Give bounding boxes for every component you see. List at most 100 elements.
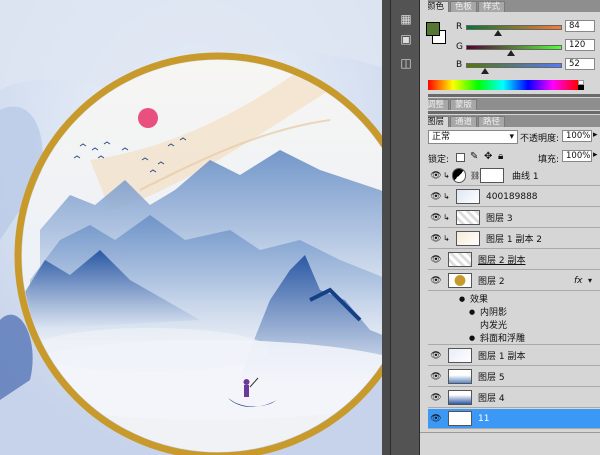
layers-bottom-bar	[420, 432, 600, 455]
layer-name[interactable]: 图层 3	[486, 211, 513, 224]
tab-paths[interactable]: 路径	[478, 116, 506, 127]
color-panel-icon[interactable]: ▦	[396, 10, 416, 28]
eye-column	[420, 0, 428, 455]
blend-mode-value: 正常	[432, 132, 451, 142]
history-icon[interactable]: ◫	[396, 54, 416, 72]
layer-row[interactable]: 👁︎ ↳ 图层 3	[428, 208, 600, 228]
effect-name[interactable]: 斜面和浮雕	[480, 331, 525, 344]
layer-name[interactable]: 曲线 1	[512, 169, 539, 182]
g-slider-thumb[interactable]	[507, 50, 516, 56]
b-slider-thumb[interactable]	[481, 68, 490, 74]
tab-swatches[interactable]: 色板	[450, 1, 478, 12]
layer-name[interactable]: 11	[478, 414, 489, 424]
color-spectrum-bar[interactable]	[428, 80, 578, 90]
g-value[interactable]: 120	[565, 39, 595, 51]
artwork	[0, 0, 390, 455]
swatches-icon[interactable]: ▣	[396, 30, 416, 48]
blend-mode-select[interactable]: 正常 ▾	[428, 130, 518, 144]
opacity-label: 不透明度:	[520, 134, 560, 144]
layer-row[interactable]: 👁︎ 图层 4	[428, 388, 600, 408]
b-label: B	[456, 60, 463, 70]
r-label: R	[456, 22, 463, 32]
fill-arrow-icon[interactable]: ▸	[593, 150, 598, 160]
layer-name[interactable]: 图层 5	[478, 370, 505, 383]
layer-row[interactable]: 👁︎ 图层 2 副本	[428, 250, 600, 270]
r-slider[interactable]	[466, 25, 562, 30]
clip-arrow-icon: ↳	[443, 192, 450, 201]
layer-row[interactable]: 👁︎ ↳ 图层 1 副本 2	[428, 229, 600, 249]
visibility-eye-icon[interactable]: 👁︎	[430, 351, 442, 361]
right-panels: 颜色 色板 样式 R 84 G 120 B 52 调整 蒙版 图层 通道 路径	[420, 0, 600, 455]
layer-thumbnail	[456, 189, 480, 204]
layer-thumbnail	[456, 231, 480, 246]
b-value[interactable]: 52	[565, 58, 595, 70]
visibility-eye-icon[interactable]: 👁︎	[430, 171, 442, 181]
document-canvas[interactable]	[0, 0, 390, 455]
effect-eye-icon[interactable]: ●	[466, 333, 478, 343]
photoshop-window: ▦ ▣ ◫ 颜色 色板 样式 R 84 G 120 B 52 调整 蒙版 图层 …	[0, 0, 600, 455]
layer-row[interactable]: 👁︎ 图层 1 副本	[428, 346, 600, 366]
lock-label: 锁定:	[428, 155, 450, 165]
fill-input[interactable]: 100%	[562, 150, 592, 162]
mask-thumbnail	[480, 168, 504, 183]
chain-icon: ⛓︎	[470, 171, 481, 180]
lock-icon[interactable]: 🔒︎	[498, 151, 503, 162]
effect-name[interactable]: 内发光	[480, 318, 507, 331]
tab-styles[interactable]: 样式	[478, 1, 506, 12]
layer-row[interactable]: 👁︎ ↳ ⛓︎ 曲线 1	[428, 166, 600, 186]
visibility-eye-icon[interactable]: 👁︎	[430, 213, 442, 223]
clip-arrow-icon: ↳	[443, 171, 450, 180]
layer-thumbnail	[448, 273, 472, 288]
layer-thumbnail	[448, 369, 472, 384]
effect-row[interactable]: ● 内阴影	[428, 305, 600, 318]
layer-row[interactable]: 👁︎ ↳ 400189888	[428, 187, 600, 207]
panel-separator	[420, 94, 600, 97]
fill-label: 填充:	[538, 155, 560, 165]
tab-masks[interactable]: 蒙版	[450, 99, 478, 110]
visibility-eye-icon[interactable]: 👁︎	[430, 234, 442, 244]
visibility-eye-icon[interactable]: 👁︎	[430, 276, 442, 286]
r-value[interactable]: 84	[565, 20, 595, 32]
brush-icon[interactable]: ✎	[470, 151, 478, 162]
layer-thumbnail	[448, 390, 472, 405]
dropdown-arrow-icon: ▾	[509, 132, 514, 142]
layer-thumbnail	[456, 210, 480, 225]
visibility-eye-icon[interactable]: 👁︎	[430, 255, 442, 265]
fx-badge[interactable]: fx	[574, 276, 583, 286]
visibility-eye-icon[interactable]: 👁︎	[430, 192, 442, 202]
opacity-input[interactable]: 100%	[562, 130, 592, 142]
layer-name[interactable]: 图层 1 副本 2	[486, 232, 542, 245]
red-sun	[138, 108, 158, 128]
visibility-eye-icon[interactable]: 👁︎	[430, 393, 442, 403]
foreground-color-swatch[interactable]	[426, 22, 440, 36]
layer-row[interactable]: 👁︎ 图层 5	[428, 367, 600, 387]
layer-name[interactable]: 图层 2 副本	[478, 253, 525, 266]
effect-row[interactable]: 内发光	[428, 318, 600, 331]
effect-eye-icon[interactable]: ●	[466, 307, 478, 317]
move-icon[interactable]: ✥	[484, 151, 492, 162]
color-panel-tabs: 颜色 色板 样式	[420, 0, 600, 12]
visibility-eye-icon[interactable]: 👁︎	[430, 414, 442, 424]
layer-name[interactable]: 400189888	[486, 192, 538, 202]
layer-row[interactable]: 👁︎ 图层 2 fx ▾	[428, 271, 600, 291]
canvas-scrollbar[interactable]	[382, 0, 390, 455]
lock-transparent-checkbox[interactable]	[456, 153, 465, 162]
effect-name[interactable]: 内阴影	[480, 305, 507, 318]
layer-name[interactable]: 图层 4	[478, 391, 505, 404]
opacity-arrow-icon[interactable]: ▸	[593, 130, 598, 140]
effects-row[interactable]: ● 效果	[428, 292, 600, 305]
r-slider-thumb[interactable]	[493, 30, 502, 36]
visibility-eye-icon[interactable]: 👁︎	[430, 372, 442, 382]
effect-row[interactable]: ● 斜面和浮雕	[428, 331, 600, 345]
layer-name[interactable]: 图层 1 副本	[478, 349, 525, 362]
clip-arrow-icon: ↳	[443, 213, 450, 222]
effects-label[interactable]: 效果	[470, 292, 488, 305]
tab-channels[interactable]: 通道	[450, 116, 478, 127]
layer-row-selected[interactable]: 👁︎ 11	[428, 409, 600, 429]
effect-eye-icon[interactable]: ●	[456, 294, 468, 304]
layer-name[interactable]: 图层 2	[478, 274, 505, 287]
expand-arrow-icon[interactable]: ▾	[588, 276, 592, 285]
spectrum-black[interactable]	[578, 85, 584, 90]
layer-thumbnail	[448, 411, 472, 426]
g-label: G	[456, 42, 463, 52]
